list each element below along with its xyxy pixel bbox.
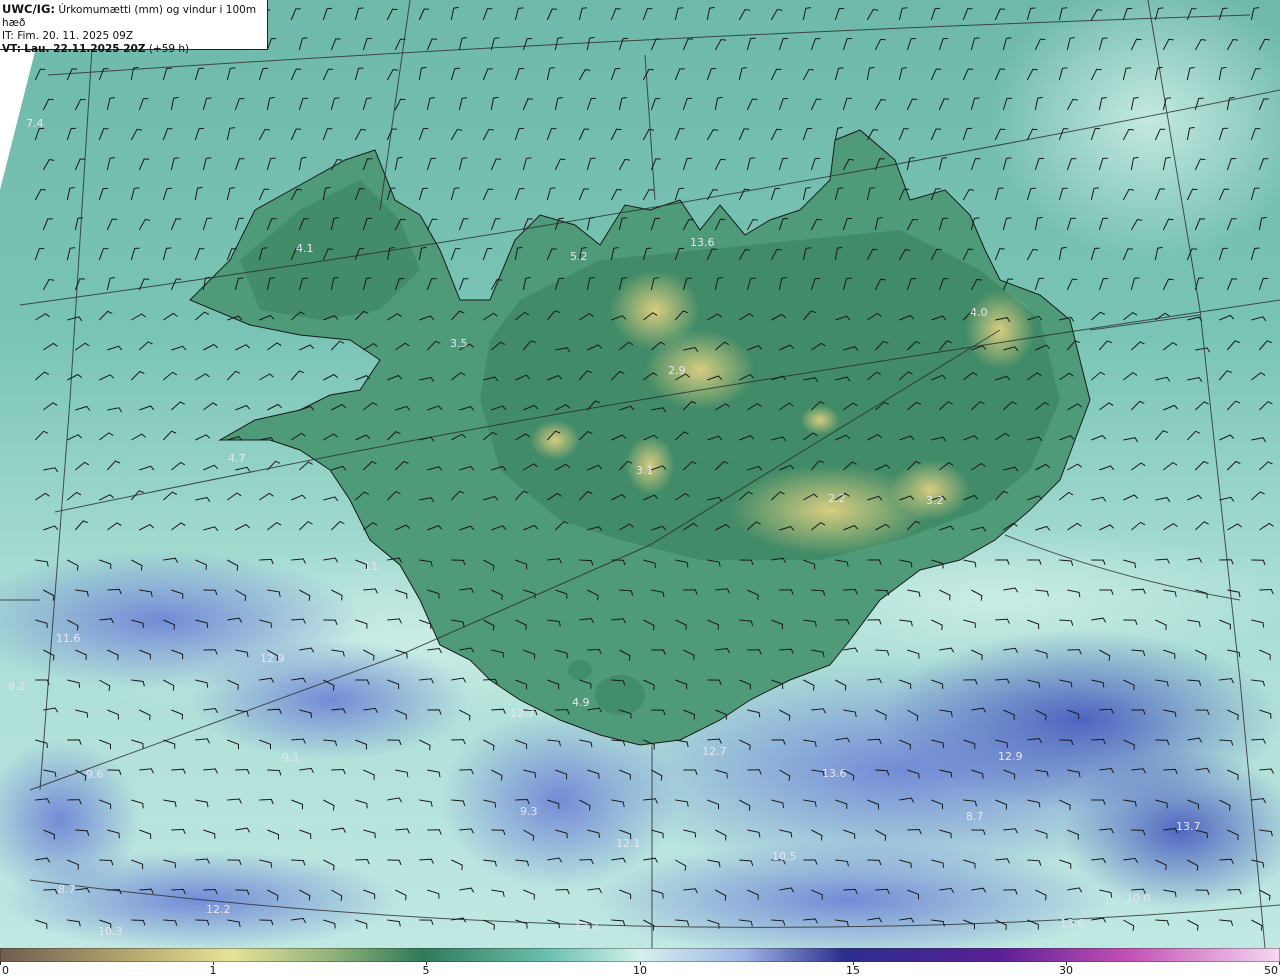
precip-value-label: 4.7 <box>228 452 246 465</box>
precip-value-label: 5.2 <box>570 250 588 263</box>
precip-value-label: 12.1 <box>616 837 641 850</box>
precip-value-label: 9.6 <box>86 768 104 781</box>
colorbar-legend: 0 1 5 10 15 30 50 <box>0 948 1280 978</box>
colorbar-tick-15: 15 <box>846 964 860 977</box>
precip-value-label: 10.3 <box>98 925 123 938</box>
precip-value-label: 10.5 <box>772 850 797 863</box>
precip-value-label: 8.7 <box>58 883 76 896</box>
colorbar-tick-0: 0 <box>2 964 9 977</box>
precip-value-label: 9.3 <box>520 805 538 818</box>
precip-value-label: 4.9 <box>572 696 590 709</box>
map-canvas[interactable]: 4.1 5.2 3.5 2.9 4.0 7.4 4.7 3.1 2.2 3.2 11 12.7 9.2 1… <box>0 0 1280 948</box>
precip-value-label: 12.9 <box>260 652 285 665</box>
colorbar-tick-30: 30 <box>1059 964 1073 977</box>
precip-value-label: 11.6 <box>56 632 81 645</box>
precip-value-label: 9.2 <box>8 680 26 693</box>
precip-value-label: 12.2 <box>574 920 599 933</box>
precip-value-label: 3.5 <box>450 337 468 350</box>
precip-value-label: 13.6 <box>690 236 715 249</box>
precip-value-label: 13.6 <box>822 767 847 780</box>
precip-value-label: 4.0 <box>970 306 988 319</box>
precip-value-label: 7.4 <box>26 117 44 130</box>
precip-value-label: 12.2 <box>206 903 231 916</box>
colorbar <box>0 948 1280 962</box>
precip-value-label: 3.1 <box>636 464 654 477</box>
precip-value-label: 8.7 <box>966 810 984 823</box>
precip-value-label: 9.1 <box>282 751 300 764</box>
map-info-box: UWC/IG: Úrkomumætti (mm) og vindur i 100… <box>0 0 268 55</box>
init-time: IT: Fim. 20. 11. 2025 09Z <box>2 30 134 42</box>
colorbar-tick-10: 10 <box>633 964 647 977</box>
forecast-map-view: 4.1 5.2 3.5 2.9 4.0 7.4 4.7 3.1 2.2 3.2 11 12.7 9.2 1… <box>0 0 1280 978</box>
precip-value-label: 3.2 <box>926 494 944 507</box>
precip-value-label: 12.7 <box>702 745 727 758</box>
precip-value-label: 11 <box>364 560 378 573</box>
precip-value-label: 12.7 <box>510 707 535 720</box>
precip-value-label: 10.0 <box>1126 892 1151 905</box>
valid-time: Lau. 22.11.2025 20Z <box>24 43 146 55</box>
lead-time: (+59 h) <box>148 43 190 55</box>
colorbar-tick-5: 5 <box>422 964 430 977</box>
precip-value-label: 12.9 <box>998 750 1023 763</box>
valid-prefix: VT: <box>2 43 21 55</box>
precip-value-label: 13.7 <box>1176 820 1201 833</box>
precip-value-label: 13.6 <box>1060 917 1085 930</box>
precip-value-label: 4.1 <box>296 242 314 255</box>
colorbar-tick-50: 50 <box>1264 964 1278 977</box>
colorbar-tick-1: 1 <box>209 964 217 977</box>
precip-value-label: 2.9 <box>668 364 686 377</box>
product-code: UWC/IG: <box>2 2 55 16</box>
precip-value-label: 2.2 <box>828 492 846 505</box>
